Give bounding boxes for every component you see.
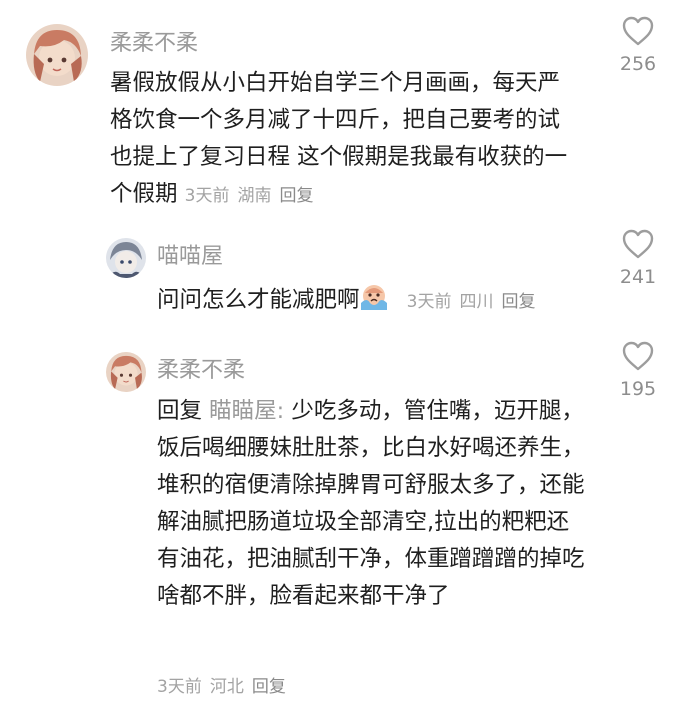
like-count: 195 [619, 378, 657, 400]
like-button[interactable]: 195 [603, 340, 673, 400]
like-count: 241 [619, 266, 657, 288]
comment-meta: 3天前 湖南 回复 [185, 186, 322, 206]
comment-body: 问问怎么才能减肥啊 3天前 四川 回复 [157, 282, 587, 321]
comment-username[interactable]: 柔柔不柔 [157, 358, 245, 384]
avatar[interactable] [26, 24, 88, 86]
comment-text: 问问怎么才能减肥啊 [157, 287, 360, 313]
reply-prefix: 回复 [157, 398, 203, 424]
comment-time: 3天前 [184, 186, 230, 206]
comment-text: 少吃多动，管住嘴，迈开腿，饭后喝细腰妹肚肚茶，比白水好喝还养生，堆积的宿便清除掉… [157, 398, 585, 609]
comment-location: 四川 [459, 292, 494, 312]
like-button[interactable]: 241 [603, 228, 673, 288]
comment-meta: 3天前 河北 回复 [157, 672, 294, 697]
comment-username[interactable]: 喵喵屋 [157, 244, 223, 270]
comment-body: 暑假放假从小白开始自学三个月画画，每天严格饮食一个多月减了十四斤，把自己要考的试… [110, 65, 580, 215]
crying-face-emoji-icon [360, 283, 388, 311]
reply-button[interactable]: 回复 [252, 677, 286, 697]
heart-icon [622, 229, 654, 259]
anime-girl-avatar-icon [26, 24, 88, 86]
avatar[interactable] [106, 238, 146, 278]
like-button[interactable]: 256 [603, 15, 673, 75]
reply-target-username[interactable]: 瞄瞄屋: [209, 398, 284, 424]
heart-icon [622, 16, 654, 46]
comment-location: 河北 [209, 677, 244, 697]
anime-girl-avatar-icon [106, 352, 146, 392]
comment-username[interactable]: 柔柔不柔 [110, 31, 198, 57]
avatar[interactable] [106, 352, 146, 392]
heart-icon [622, 341, 654, 371]
comment-meta: 3天前 四川 回复 [407, 292, 544, 312]
like-count: 256 [619, 53, 657, 75]
comment-location: 湖南 [237, 186, 272, 206]
comment-body: 回复 瞄瞄屋: 少吃多动，管住嘴，迈开腿，饭后喝细腰妹肚肚茶，比白水好喝还养生，… [157, 393, 585, 615]
reply-button[interactable]: 回复 [502, 292, 536, 312]
comment-time: 3天前 [157, 677, 202, 697]
comment-time: 3天前 [406, 292, 452, 312]
reply-button[interactable]: 回复 [280, 186, 314, 206]
comment-text: 暑假放假从小白开始自学三个月画画，每天严格饮食一个多月减了十四斤，把自己要考的试… [110, 70, 568, 207]
anime-character-avatar-icon [106, 238, 146, 278]
